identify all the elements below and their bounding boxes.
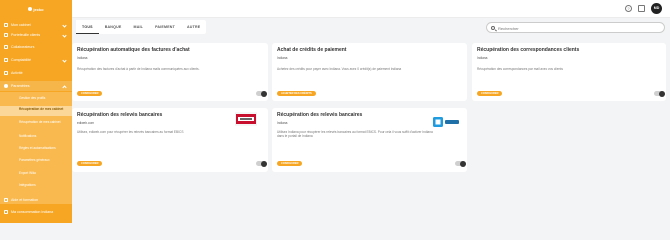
subitem-parametres-generaux[interactable]: Paramètres généraux <box>0 158 72 162</box>
subitem-regles[interactable]: Règles et automatisations <box>0 146 72 150</box>
nav-item-parametres[interactable]: Paramètres <box>0 81 72 91</box>
nav-item-consommation[interactable]: Ma consommation Indiana <box>0 206 72 218</box>
tab-paiement[interactable]: PAIEMENT <box>149 20 181 34</box>
configure-button[interactable]: Configurer <box>77 91 103 96</box>
subitem-recuperation[interactable]: Récupération de mes cabinet <box>0 120 72 130</box>
ediweb-logo <box>234 112 258 126</box>
configure-button[interactable]: Configurer <box>477 91 503 96</box>
logo[interactable]: jecko <box>28 6 44 12</box>
nav-label: Portefeuille clients <box>11 33 41 37</box>
subitem-gestion-profils[interactable]: Gestion des profils <box>0 96 72 100</box>
enable-toggle[interactable] <box>455 160 466 167</box>
search-icon <box>491 26 495 30</box>
bankin-logo <box>433 114 461 127</box>
card-subtitle: Indiana <box>477 56 488 60</box>
logo-icon <box>28 7 33 11</box>
chevron-down-icon <box>62 32 67 38</box>
configure-button[interactable]: Configurer <box>277 161 303 166</box>
filter-bar: TOUS BANQUE MAIL PAIEMENT AUTRE <box>72 18 670 37</box>
help-circle-icon <box>4 198 8 202</box>
sidebar: jecko Mon cabinet Portefeuille clients C… <box>0 0 72 223</box>
card-description: Achetez des crédits pour payer avec Indi… <box>277 67 402 71</box>
card-title: Récupération des relevés bancaires <box>277 112 363 118</box>
card-description: Récupération des factures d'achat à part… <box>77 67 200 71</box>
folder-icon <box>4 33 8 37</box>
card-credits-paiement: Achat de crédits de paiement Indiana Ach… <box>272 43 467 101</box>
calculator-icon <box>4 58 8 62</box>
logo-area: jecko <box>0 0 72 18</box>
card-title: Récupération des relevés bancaires <box>77 112 163 118</box>
activity-icon <box>4 71 8 75</box>
card-subtitle: ediweb.com <box>77 121 95 125</box>
card-correspondances: Récupération des correspondances clients… <box>472 43 666 101</box>
topbar: ? MD <box>72 0 670 18</box>
nav-label: Ma consommation Indiana <box>11 210 54 214</box>
nav-label: Aide et formation <box>11 198 39 202</box>
card-description: Utilisez Indiana pour récupérer les rele… <box>277 130 433 138</box>
enable-toggle[interactable] <box>256 160 267 167</box>
tab-autre[interactable]: AUTRE <box>181 20 206 34</box>
subitem-notifications[interactable]: Notifications <box>0 134 72 138</box>
chevron-up-icon <box>62 84 67 90</box>
nav-label: Activité <box>11 71 23 75</box>
gear-icon <box>4 84 8 88</box>
card-description: Utilisez, ediweb.com pour récupérer les … <box>77 130 184 134</box>
enable-toggle[interactable] <box>256 90 267 97</box>
nav-item-portefeuille-clients[interactable]: Portefeuille clients <box>0 30 72 40</box>
card-releves-ediweb: Récupération des relevés bancaires ediwe… <box>72 108 268 172</box>
nav-item-mon-cabinet[interactable]: Mon cabinet <box>0 20 72 30</box>
card-subtitle: Indiana <box>77 56 88 60</box>
nav-label: Mon cabinet <box>11 23 31 27</box>
category-tabs: TOUS BANQUE MAIL PAIEMENT AUTRE <box>76 20 207 34</box>
card-description: Récupération des correspondances par mai… <box>477 67 563 71</box>
help-icon[interactable]: ? <box>625 5 632 12</box>
search-box[interactable] <box>486 22 665 33</box>
chevron-down-icon <box>62 57 67 63</box>
chevron-down-icon <box>62 22 67 28</box>
gift-icon[interactable] <box>638 5 645 12</box>
card-factures-achat: Récupération automatique des factures d'… <box>72 43 268 101</box>
card-title: Récupération automatique des factures d'… <box>77 47 190 53</box>
tab-tous[interactable]: TOUS <box>76 20 99 34</box>
card-releves-bankin: Récupération des relevés bancaires India… <box>272 108 467 172</box>
search-input[interactable] <box>498 24 658 32</box>
subitem-recuperation-active[interactable]: Récupération de mes cabinet <box>0 106 72 116</box>
tab-mail[interactable]: MAIL <box>128 20 150 34</box>
chart-icon <box>4 210 8 214</box>
configure-button[interactable]: Configurer <box>77 161 103 166</box>
tab-banque[interactable]: BANQUE <box>99 20 128 34</box>
nav-item-activite[interactable]: Activité <box>0 68 72 78</box>
subitem-integrations[interactable]: Intégrations <box>0 183 72 187</box>
subitem-export[interactable]: Export Wiko <box>0 171 72 175</box>
avatar[interactable]: MD <box>651 3 662 14</box>
nav-label: Paramètres <box>11 84 30 88</box>
buy-credits-button[interactable]: Acheter des crédits <box>277 91 316 96</box>
nav-label: Collaborateurs <box>11 45 35 49</box>
card-title: Récupération des correspondances clients <box>477 47 580 53</box>
users-icon <box>4 45 8 49</box>
nav-item-comptabilite[interactable]: Comptabilité <box>0 55 72 65</box>
card-subtitle: Indiana <box>277 121 288 125</box>
card-title: Achat de crédits de paiement <box>277 47 347 53</box>
enable-toggle[interactable] <box>654 90 665 97</box>
home-icon <box>4 23 8 27</box>
nav-item-collaborateurs[interactable]: Collaborateurs <box>0 42 72 52</box>
nav-label: Comptabilité <box>11 58 31 62</box>
nav-item-aide[interactable]: Aide et formation <box>0 195 72 205</box>
logo-text: jecko <box>33 6 44 12</box>
card-subtitle: Indiana <box>277 56 288 60</box>
